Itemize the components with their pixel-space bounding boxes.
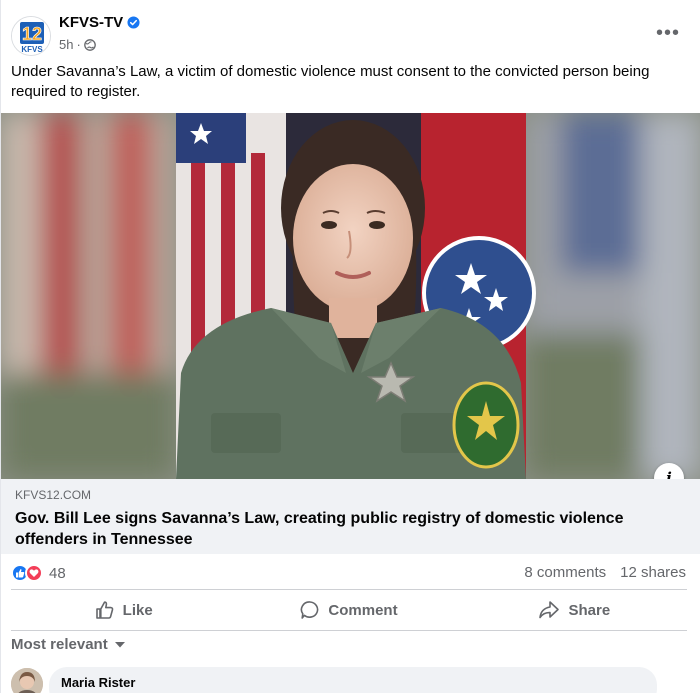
page-avatar[interactable]: 12 KFVS (11, 16, 51, 56)
facebook-post: 12 KFVS KFVS-TV 5h · ••• Under Savanna’s… (0, 0, 700, 693)
verified-badge-icon (127, 16, 140, 29)
shares-count[interactable]: 12 shares (620, 564, 686, 581)
divider-bottom (11, 630, 687, 631)
share-icon (539, 601, 560, 619)
more-options-icon[interactable]: ••• (653, 18, 683, 48)
svg-text:12: 12 (22, 24, 42, 44)
comment-button[interactable]: Comment (236, 592, 461, 628)
kfvs-logo: 12 KFVS (12, 17, 50, 55)
link-title[interactable]: Gov. Bill Lee signs Savanna’s Law, creat… (15, 508, 675, 550)
globe-icon (83, 38, 96, 51)
post-meta: 5h · (59, 37, 96, 52)
page-name-text[interactable]: KFVS-TV (59, 14, 123, 31)
share-button[interactable]: Share (462, 592, 687, 628)
post-header: 12 KFVS KFVS-TV 5h · ••• (11, 14, 691, 58)
link-preview[interactable]: KFVS12.COM Gov. Bill Lee signs Savanna’s… (1, 479, 700, 554)
page-name[interactable]: KFVS-TV (59, 14, 140, 31)
officer-portrait-image (1, 113, 700, 479)
engagement-counts: 8 comments 12 shares (524, 564, 686, 581)
like-label: Like (122, 601, 153, 619)
comment-icon (301, 601, 319, 619)
reactions-summary[interactable]: 48 (11, 563, 66, 583)
meta-separator: · (76, 37, 81, 52)
comment-sort-dropdown[interactable]: Most relevant (11, 636, 126, 653)
share-label: Share (568, 601, 611, 619)
comment-author[interactable]: Maria Rister (61, 675, 135, 690)
svg-text:KFVS: KFVS (21, 45, 43, 54)
divider-top (11, 589, 687, 590)
comments-count[interactable]: 8 comments (524, 564, 606, 581)
link-domain: KFVS12.COM (15, 488, 92, 502)
like-button[interactable]: Like (11, 592, 236, 628)
commenter-avatar[interactable] (11, 668, 43, 693)
comment-label: Comment (328, 601, 398, 619)
comment-bubble: Maria Rister (49, 667, 657, 693)
post-photo[interactable] (1, 113, 700, 479)
post-actions: Like Comment Share (11, 592, 687, 628)
post-time[interactable]: 5h (59, 37, 73, 52)
thumbs-up-icon (95, 601, 113, 619)
post-caption: Under Savanna’s Law, a victim of domesti… (11, 63, 650, 100)
reaction-count[interactable]: 48 (49, 565, 66, 582)
caret-down-icon (114, 641, 125, 647)
sort-label: Most relevant (11, 636, 108, 653)
love-reaction-icon (25, 564, 43, 582)
comment-item: Maria Rister (11, 667, 691, 693)
